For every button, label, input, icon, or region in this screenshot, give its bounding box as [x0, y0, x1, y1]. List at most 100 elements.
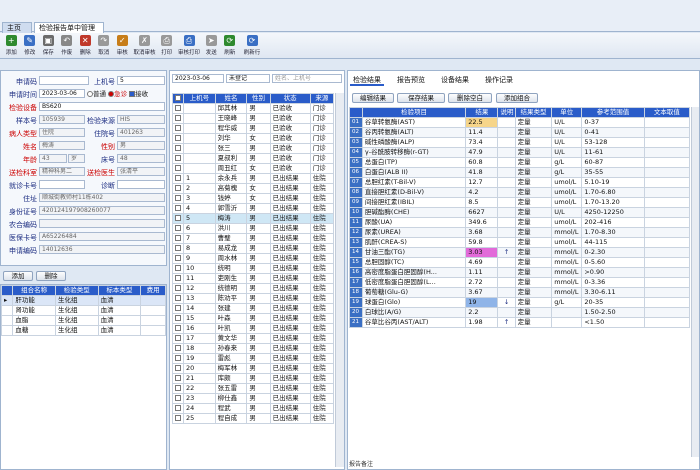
table-row[interactable]: 11 尿酸(UA) 349.6 定量 umol/L 202-416 — [349, 217, 690, 228]
delete-group-button[interactable]: 删除 — [36, 271, 66, 281]
age-unit-select[interactable]: 岁 — [68, 154, 85, 163]
table-row[interactable]: 20 白球比(A/G) 2.2 定量 1.50-2.50 — [349, 307, 690, 318]
toolbar-undo-button[interactable]: ↶ 作废 — [58, 33, 77, 59]
row-checkbox[interactable] — [172, 253, 184, 264]
table-row[interactable]: 15 叶森男已出结果 住院 — [172, 313, 334, 324]
list-status-select[interactable]: 未登记 — [226, 74, 270, 83]
table-row[interactable]: 03 碱性磷酸酶(ALP) 73.4 定量 U/L 53-128 — [349, 137, 690, 148]
row-checkbox[interactable] — [172, 183, 184, 194]
row-checkbox[interactable] — [172, 213, 184, 224]
row-checkbox[interactable] — [172, 103, 184, 114]
add-group-result-button[interactable]: 添加组合 — [496, 93, 538, 103]
row-checkbox[interactable] — [172, 323, 184, 334]
row-checkbox[interactable] — [172, 343, 184, 354]
address-input[interactable]: 顺城街教师村11栋402 — [39, 193, 165, 202]
row-checkbox[interactable] — [172, 313, 184, 324]
table-row[interactable]: 17 低密度脂蛋白胆固醇(L... 2.72 定量 mmol/L 0-3.36 — [349, 277, 690, 288]
table-row[interactable]: 06 白蛋白(ALB II) 41.8 定量 g/L 35-55 — [349, 167, 690, 178]
id-input[interactable]: 420124197908260077 — [39, 206, 165, 215]
seq-input[interactable]: 5 — [117, 76, 165, 85]
insure-input[interactable]: A65226484 — [39, 232, 165, 241]
table-row[interactable]: 19 雷彪男已出结果 住院 — [172, 353, 334, 364]
list-date-input[interactable]: 2023-03-06 — [172, 74, 224, 83]
result-value-cell[interactable]: 1.11 — [465, 267, 499, 278]
table-row[interactable]: 8 易成龙男已出结果 住院 — [172, 243, 334, 254]
toolbar-refresh-row-button[interactable]: ⟳ 刷新行 — [239, 33, 265, 59]
row-checkbox[interactable] — [172, 353, 184, 364]
row-checkbox[interactable] — [172, 153, 184, 164]
tab-preview[interactable]: 报告预览 — [394, 74, 428, 86]
table-row[interactable]: 11 吏刚生男已出结果 住院 — [172, 273, 334, 284]
table-row[interactable]: 14 甘油三酯(TG) 3.03 ↑ 定量 mmol/L 0-2.30 — [349, 247, 690, 258]
table-row[interactable]: 邱其林男已验收 门诊 — [172, 103, 334, 114]
tab-log[interactable]: 操作记录 — [482, 74, 516, 86]
result-value-cell[interactable]: 12.7 — [465, 177, 499, 188]
result-value-cell[interactable]: 2.2 — [465, 307, 499, 318]
table-row[interactable]: 23 柳仕鑫男已出结果 住院 — [172, 393, 334, 404]
table-row[interactable]: ▸ 肝功能 生化组 血清 — [0, 295, 166, 306]
row-checkbox[interactable] — [172, 173, 184, 184]
result-value-cell[interactable]: 41.8 — [465, 167, 499, 178]
result-value-cell[interactable]: 8.5 — [465, 197, 499, 208]
sample-no-input[interactable]: 105939 — [39, 115, 85, 124]
source-input[interactable]: HIS — [117, 115, 165, 124]
result-value-cell[interactable]: 349.6 — [465, 217, 499, 228]
name-input[interactable]: 梅涛 — [39, 141, 85, 150]
table-row[interactable]: 20 梅军林男已出结果 住院 — [172, 363, 334, 374]
tab-results[interactable]: 检验结果 — [350, 74, 384, 86]
table-row[interactable]: 12 尿素(UREA) 3.68 定量 mmol/L 1.70-8.30 — [349, 227, 690, 238]
table-row[interactable]: 18 孙春来男已出结果 住院 — [172, 343, 334, 354]
row-checkbox[interactable] — [172, 133, 184, 144]
result-value-cell[interactable]: 4.69 — [465, 257, 499, 268]
table-row[interactable]: 6 洪川男已出结果 住院 — [172, 223, 334, 234]
edit-result-button[interactable]: 编辑结果 — [352, 93, 394, 103]
card-input[interactable] — [39, 180, 85, 189]
result-value-cell[interactable]: 73.4 — [465, 137, 499, 148]
result-value-cell[interactable]: 22.5 — [465, 117, 499, 128]
table-row[interactable]: 张三男已验收 门诊 — [172, 143, 334, 154]
table-row[interactable]: 3 钱婷女已出结果 住院 — [172, 193, 334, 204]
apply-code-input[interactable]: 14012636 — [39, 245, 165, 254]
table-row[interactable]: 08 直接胆红素(D-Bil-V) 4.2 定量 umol/L 1.70-6.80 — [349, 187, 690, 198]
result-value-cell[interactable]: 6627 — [465, 207, 499, 218]
result-value-cell[interactable]: 19 — [465, 297, 499, 308]
table-row[interactable]: 09 间接胆红素(IBIL) 8.5 定量 umol/L 1.70-13.20 — [349, 197, 690, 208]
table-row[interactable]: 16 高密度脂蛋白胆固醇(H... 1.11 定量 mmol/L >0.90 — [349, 267, 690, 278]
table-row[interactable]: 25 程自成男已出结果 住院 — [172, 413, 334, 424]
rural-input[interactable] — [39, 219, 165, 228]
result-value-cell[interactable]: 59.8 — [465, 237, 499, 248]
table-row[interactable]: 血脂 生化组 血清 — [0, 315, 166, 326]
row-checkbox[interactable] — [172, 223, 184, 234]
hosp-no-input[interactable]: 401263 — [117, 128, 165, 137]
row-checkbox[interactable] — [172, 363, 184, 374]
row-checkbox[interactable] — [172, 403, 184, 414]
apply-no-input[interactable] — [39, 76, 89, 85]
dept-input[interactable]: 精神科男二 — [39, 167, 85, 176]
toolbar-edit-button[interactable]: ✎ 修改 — [21, 33, 40, 59]
result-value-cell[interactable]: 47.9 — [465, 147, 499, 158]
toolbar-add-button[interactable]: + 添加 — [2, 33, 21, 59]
toolbar-audit-button[interactable]: ✓ 审核 — [113, 33, 132, 59]
toolbar-print-button[interactable]: ⎙ 打印 — [158, 33, 177, 59]
doctor-input[interactable]: 张清平 — [117, 167, 165, 176]
table-row[interactable]: 16 叶凯男已出结果 住院 — [172, 323, 334, 334]
row-checkbox[interactable] — [172, 303, 184, 314]
table-row[interactable]: 5 梅涛男已出结果 住院 — [172, 213, 334, 224]
table-row[interactable]: 07 总胆红素(T-Bil-V) 12.7 定量 umol/L 5.10-19 — [349, 177, 690, 188]
save-result-button[interactable]: 保存结果 — [397, 93, 445, 103]
table-row[interactable]: 王晓峰男已验收 门诊 — [172, 113, 334, 124]
tab-device[interactable]: 设备结果 — [438, 74, 472, 86]
row-checkbox[interactable] — [172, 143, 184, 154]
toolbar-refresh-button[interactable]: ⟳ 刷新 — [221, 33, 240, 59]
table-row[interactable]: 2 高菊槐女已出结果 住院 — [172, 183, 334, 194]
table-row[interactable]: 程华威男已验收 门诊 — [172, 123, 334, 134]
row-checkbox[interactable] — [172, 233, 184, 244]
add-group-button[interactable]: 添加 — [3, 271, 33, 281]
result-value-cell[interactable]: 60.8 — [465, 157, 499, 168]
table-row[interactable]: 10 统明男已出结果 住院 — [172, 263, 334, 274]
table-row[interactable]: 夏叔利男已验收 门诊 — [172, 153, 334, 164]
delete-blank-button[interactable]: 删除空白 — [448, 93, 492, 103]
bed-input[interactable]: 48 — [117, 154, 165, 163]
result-value-cell[interactable]: 11.4 — [465, 127, 499, 138]
row-checkbox[interactable] — [172, 333, 184, 344]
